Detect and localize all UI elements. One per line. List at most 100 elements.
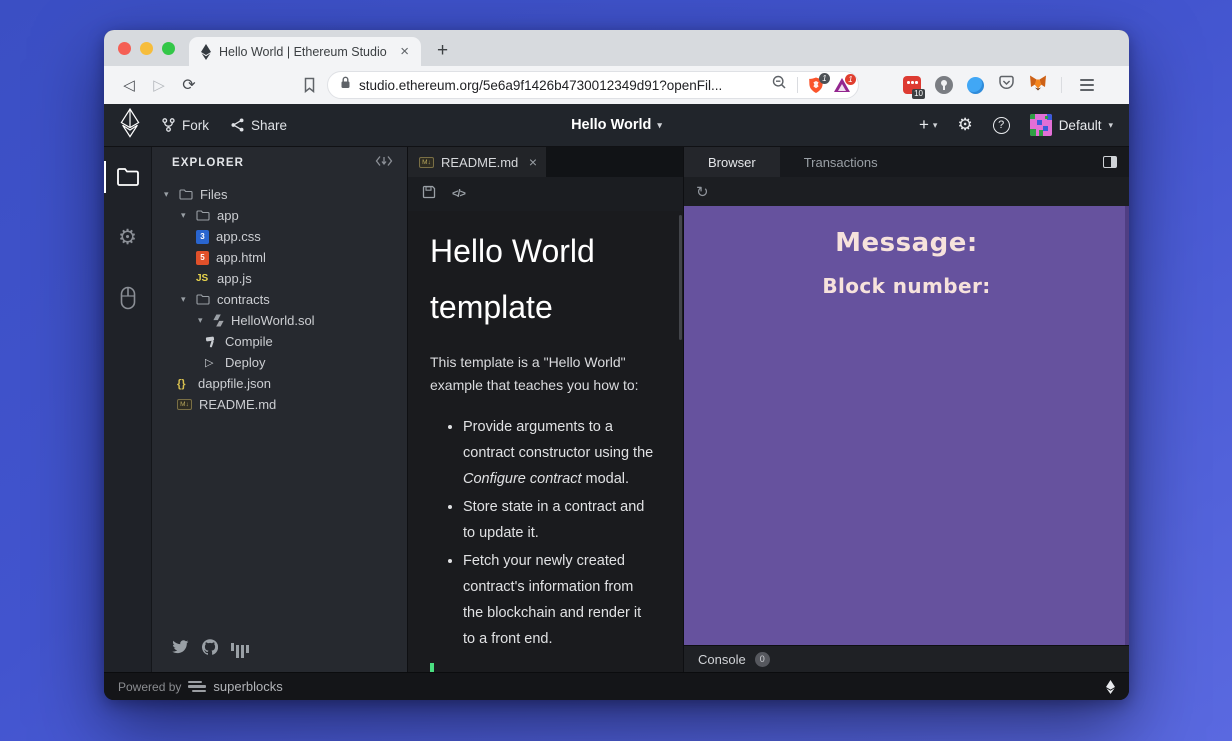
tree-item-compile[interactable]: Compile (152, 331, 407, 352)
minimize-window-button[interactable] (140, 42, 153, 55)
tree-label: dappfile.json (198, 376, 271, 391)
caret-down-icon[interactable]: ▾ (198, 315, 206, 326)
file-tree: ▾ Files ▾ app 3 app.css (152, 184, 407, 415)
settings-gear-icon[interactable]: ⚙ (957, 115, 972, 135)
github-icon[interactable] (202, 639, 218, 660)
back-icon[interactable]: ◁ (116, 76, 142, 94)
html-file-icon: 5 (196, 251, 209, 265)
close-window-button[interactable] (118, 42, 131, 55)
code-block-fragment (430, 663, 434, 672)
password-manager-extension-icon[interactable] (935, 76, 953, 94)
json-file-icon: {} (177, 378, 191, 390)
browser-tab[interactable]: Hello World | Ethereum Studio × (189, 37, 421, 66)
bookmark-icon[interactable] (302, 77, 317, 93)
readme-bullet: Store state in a contract and to update … (463, 494, 657, 546)
zoom-window-button[interactable] (162, 42, 175, 55)
explorer-panel: EXPLORER ▾ Files ▾ (152, 147, 408, 672)
tree-item-app-html[interactable]: 5 app.html (152, 247, 407, 268)
new-tab-button[interactable]: + (431, 40, 454, 62)
tree-item-contracts[interactable]: ▾ contracts (152, 289, 407, 310)
collapse-explorer-icon[interactable] (375, 154, 393, 172)
workspace: ⚙ EXPLORER ▾ (104, 146, 1129, 672)
superblocks-label[interactable]: superblocks (213, 679, 282, 694)
markdown-preview: Hello World template This template is a … (408, 211, 683, 672)
chevron-down-icon: ▾ (933, 120, 938, 131)
desktop-background: Hello World | Ethereum Studio × + ◁ ▷ ⟳ … (0, 0, 1232, 741)
tree-item-app-js[interactable]: JS app.js (152, 268, 407, 289)
zoom-out-icon[interactable] (772, 75, 787, 95)
rail-explorer-button[interactable] (104, 161, 152, 193)
brave-rewards-icon[interactable]: 1 (834, 78, 850, 92)
shield-badge: 1 (819, 73, 830, 84)
tree-item-readme-md[interactable]: M↓ README.md (152, 394, 407, 415)
divider (797, 77, 798, 93)
caret-down-icon[interactable]: ▾ (164, 189, 172, 200)
rail-settings-button[interactable]: ⚙ (104, 219, 152, 256)
chevron-down-icon: ▾ (657, 120, 662, 131)
js-file-icon: JS (196, 273, 210, 284)
readme-bullet: Provide arguments to a contract construc… (463, 414, 657, 492)
gitter-icon[interactable] (231, 643, 249, 657)
new-item-button[interactable]: + ▾ (919, 115, 937, 135)
editor-toolbar: </> (408, 177, 683, 211)
split-view-icon[interactable] (1103, 156, 1117, 168)
avatar (1030, 114, 1052, 136)
help-icon[interactable]: ? (993, 117, 1010, 134)
tab-browser[interactable]: Browser (684, 147, 780, 177)
rail-interact-button[interactable] (104, 280, 152, 316)
metamask-extension-icon[interactable] (1029, 75, 1047, 96)
console-count-badge: 0 (755, 652, 770, 667)
editor-tab-readme[interactable]: M↓ README.md × (408, 147, 546, 177)
close-icon[interactable]: × (529, 154, 537, 170)
powered-by-label: Powered by (118, 680, 181, 694)
tree-label: contracts (217, 292, 270, 307)
url-text[interactable]: studio.ethereum.org/5e6a9f1426b473001234… (359, 78, 764, 93)
rewards-badge: 1 (845, 74, 856, 85)
share-icon (231, 118, 244, 132)
account-dropdown[interactable]: Default ▾ (1030, 114, 1113, 136)
adblock-extension-icon[interactable]: 10 (903, 76, 921, 94)
play-icon: ▷ (205, 356, 218, 369)
project-title-dropdown[interactable]: Hello World ▾ (571, 117, 662, 133)
address-bar[interactable]: studio.ethereum.org/5e6a9f1426b473001234… (327, 71, 859, 99)
tree-item-app[interactable]: ▾ app (152, 205, 407, 226)
menu-icon[interactable] (1080, 79, 1094, 91)
solidity-icon (213, 314, 224, 327)
adblock-badge: 10 (912, 89, 925, 99)
tree-label: Compile (225, 334, 273, 349)
forward-icon[interactable]: ▷ (146, 76, 172, 94)
tab-close-icon[interactable]: × (398, 43, 411, 60)
divider (1061, 77, 1062, 93)
fork-button[interactable]: Fork (162, 118, 209, 133)
console-bar[interactable]: Console 0 (684, 645, 1129, 672)
refresh-preview-icon[interactable]: ↻ (696, 183, 709, 201)
save-icon[interactable] (422, 185, 436, 204)
reload-icon[interactable]: ⟳ (176, 75, 202, 95)
brave-shield-icon[interactable]: 1 (808, 77, 824, 94)
twitter-icon[interactable] (172, 640, 189, 659)
ethereum-status-icon (1106, 680, 1115, 694)
tree-item-helloworld-sol[interactable]: ▾ HelloWorld.sol (152, 310, 407, 331)
tab-transactions[interactable]: Transactions (780, 147, 902, 177)
blue-extension-icon[interactable] (967, 77, 984, 94)
tree-item-files[interactable]: ▾ Files (152, 184, 407, 205)
ethereum-logo (120, 108, 140, 143)
ethereum-studio-app: Fork Share Hello World ▾ + ▾ ⚙ ? (104, 104, 1129, 700)
code-view-icon[interactable]: </> (452, 188, 465, 200)
tree-item-dappfile-json[interactable]: {} dappfile.json (152, 373, 407, 394)
share-button[interactable]: Share (231, 118, 287, 133)
tree-item-deploy[interactable]: ▷ Deploy (152, 352, 407, 373)
caret-down-icon[interactable]: ▾ (181, 294, 189, 305)
tree-label: app.css (216, 229, 261, 244)
account-label: Default (1059, 118, 1102, 133)
plus-icon: + (919, 115, 929, 135)
editor-scrollbar[interactable] (679, 215, 682, 340)
pocket-extension-icon[interactable] (998, 75, 1015, 96)
message-label: Message: (684, 228, 1129, 258)
tree-label: app (217, 208, 239, 223)
caret-down-icon[interactable]: ▾ (181, 210, 189, 221)
tree-item-app-css[interactable]: 3 app.css (152, 226, 407, 247)
fork-icon (162, 118, 175, 132)
window-controls (104, 30, 189, 66)
browser-toolbar: ◁ ▷ ⟳ studio.ethereum.org/5e6a9f1426b473… (104, 66, 1129, 104)
